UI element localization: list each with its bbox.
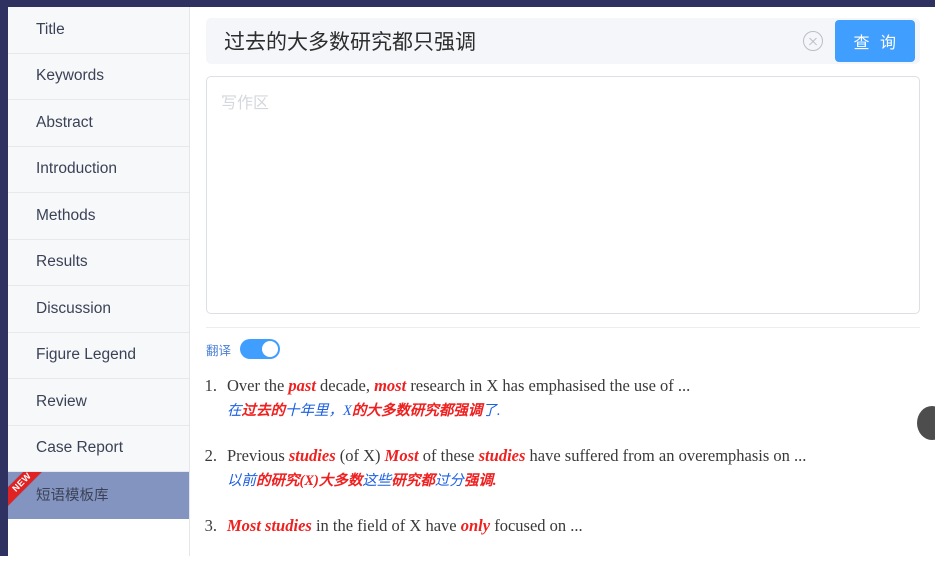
query-button[interactable]: 查 询 <box>834 20 915 62</box>
plain-text: in the field of X have <box>311 516 461 535</box>
result-chinese-translation: 以前的研究(X)大多数这些研究都过分强调. <box>227 471 926 491</box>
plain-text: (of X) <box>335 446 385 465</box>
sidebar-item-label: Discussion <box>36 299 111 317</box>
translation-text: 以前 <box>227 473 256 489</box>
result-english-text: Previous studies (of X) Most of these st… <box>227 445 926 466</box>
plain-text: focused on ... <box>490 516 583 535</box>
result-chinese-translation: 在过去的十年里，X的大多数研究都强调了. <box>227 401 926 421</box>
sidebar-item-label: Review <box>36 392 87 410</box>
sidebar-item-label: Keywords <box>36 67 105 85</box>
sidebar-item-label: 短语模板库 <box>36 488 109 505</box>
sidebar-empty-tail <box>8 518 189 559</box>
sidebar-nav: Title Keywords Abstract Introduction Methods… <box>8 7 190 559</box>
sidebar-item-9[interactable]: Review <box>8 379 189 426</box>
result-number: 2. <box>204 446 217 465</box>
left-accent-rail <box>0 7 8 556</box>
main-panel: 查 询 翻译 1. Over the past decade, most rese… <box>191 7 935 556</box>
sidebar-item-label: Results <box>36 253 88 271</box>
sidebar-item-4[interactable]: Introduction <box>8 146 189 193</box>
result-item[interactable]: 2. Previous studies (of X) Most of these … <box>199 445 926 491</box>
translate-toggle-row: 翻译 <box>206 339 281 359</box>
toggle-knob <box>262 341 279 357</box>
translation-highlight: 过去的 <box>241 403 286 419</box>
translation-highlight: 研究都 <box>391 473 435 489</box>
highlighted-term: Most <box>384 446 419 465</box>
plain-text: decade, <box>315 376 375 395</box>
translate-toggle-switch[interactable] <box>240 339 281 359</box>
top-app-bar <box>0 0 935 7</box>
translate-label: 翻译 <box>206 343 232 358</box>
plain-text: research in X has emphasised the use of … <box>406 376 691 395</box>
result-english-text: Most studies in the field of X have only… <box>227 515 926 536</box>
search-bar: 查 询 <box>206 18 920 64</box>
plain-text: have suffered from an overemphasis on ..… <box>525 446 807 465</box>
sidebar-item-3[interactable]: Abstract <box>8 100 189 147</box>
close-circle-icon[interactable] <box>802 31 823 51</box>
results-list: 1. Over the past decade, most research in… <box>199 375 926 565</box>
highlighted-term: only <box>460 516 491 535</box>
sidebar-item-label: Title <box>36 20 65 38</box>
result-body: Over the past decade, most research in X… <box>227 375 926 421</box>
sidebar-item-2[interactable]: Keywords <box>8 53 189 100</box>
result-body: Previous studies (of X) Most of these st… <box>227 445 926 491</box>
result-english-text: Over the past decade, most research in X… <box>227 375 926 396</box>
writing-area-textarea[interactable] <box>206 76 920 314</box>
sidebar-item-1[interactable]: Title <box>8 7 189 54</box>
sidebar-item-8[interactable]: Figure Legend <box>8 332 189 379</box>
result-number: 3. <box>204 516 217 535</box>
result-body: Most studies in the field of X have only… <box>227 515 926 541</box>
translation-highlight: 的研究(X)大多数 <box>256 473 363 489</box>
sidebar-item-label: Case Report <box>36 439 124 457</box>
plain-text: Over the <box>227 376 289 395</box>
highlighted-term: studies <box>478 446 526 465</box>
plain-text: Previous <box>227 446 289 465</box>
translation-highlight: 强调. <box>463 473 497 489</box>
highlighted-term: studies <box>288 446 336 465</box>
sidebar-item-7[interactable]: Discussion <box>8 286 189 333</box>
sidebar-item-10[interactable]: Case Report <box>8 425 189 472</box>
sidebar-item-label: Abstract <box>36 113 93 131</box>
plain-text: of these <box>418 446 479 465</box>
highlighted-term: most <box>374 376 407 395</box>
sidebar-item-label: Figure Legend <box>36 346 136 364</box>
translation-text: 过分 <box>434 473 464 489</box>
sidebar-item-label: Introduction <box>36 160 117 178</box>
translation-highlight: 的大多数研究都强调 <box>351 403 483 419</box>
result-item[interactable]: 3. Most studies in the field of X have on… <box>199 515 926 541</box>
translation-text: 十年里，X <box>285 403 352 419</box>
translation-text: 这些 <box>362 473 392 489</box>
sidebar-item-label: Methods <box>36 206 96 224</box>
search-input[interactable] <box>206 29 803 53</box>
highlighted-term: Most studies <box>227 516 312 535</box>
sidebar-item-5[interactable]: Methods <box>8 193 189 240</box>
translation-text: 在 <box>227 403 242 419</box>
highlighted-term: past <box>288 376 316 395</box>
sidebar-item-6[interactable]: Results <box>8 239 189 286</box>
translation-text: 了. <box>482 403 501 419</box>
section-divider <box>206 327 920 328</box>
result-item[interactable]: 1. Over the past decade, most research in… <box>199 375 926 421</box>
result-number: 1. <box>204 376 217 395</box>
sidebar-item-11[interactable]: NEW 短语模板库 <box>8 472 189 519</box>
